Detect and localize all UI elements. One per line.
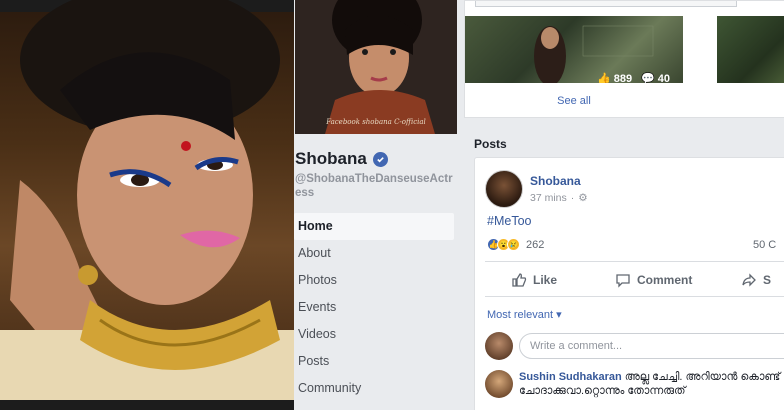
share-icon	[742, 273, 756, 287]
photo-likes: 👍 889	[597, 72, 633, 84]
dot-separator: ·	[570, 192, 575, 204]
comment-label: Comment	[637, 273, 693, 287]
nav-item-events[interactable]: Events	[294, 294, 454, 321]
thumbs-up-icon: 👍	[597, 73, 611, 83]
comment-bubble-icon: 💬	[641, 73, 655, 83]
nav-item-posts[interactable]: Posts	[294, 348, 454, 375]
like-label: Like	[533, 273, 558, 287]
page-name: Shobana	[295, 149, 367, 168]
portrait-photo	[0, 0, 294, 410]
see-all-link[interactable]: See all	[465, 95, 683, 107]
screenshot-root: Facebook shobana C-official Shobana @Sho…	[0, 0, 784, 410]
comment-input[interactable]: Write a comment...	[519, 333, 784, 359]
nav-item-videos[interactable]: Videos	[294, 321, 454, 348]
cover-illustration	[295, 0, 457, 134]
post-timestamp[interactable]: 37 mins	[530, 192, 567, 204]
portrait-illustration	[0, 0, 294, 410]
comment-button[interactable]: Comment	[615, 272, 692, 288]
like-button[interactable]: Like	[511, 272, 557, 288]
nav-item-community[interactable]: Community	[294, 375, 454, 402]
caret-down-icon: ▾	[556, 309, 562, 321]
photo-comments: 💬 40	[641, 72, 670, 84]
commenter-avatar[interactable]	[485, 370, 513, 398]
reaction-count: 262	[526, 238, 545, 251]
comment-icon	[616, 274, 630, 288]
photo-bottom-strip	[0, 400, 294, 410]
photo-likes-count: 889	[613, 72, 633, 84]
page-title: Shobana	[295, 149, 388, 169]
sort-label: Most relevant	[487, 309, 554, 321]
verified-badge-icon	[372, 151, 388, 167]
photos-card: 👍 889 💬 40 See all	[464, 0, 784, 118]
page-sidebar: Facebook shobana C-official Shobana @Sho…	[294, 0, 458, 410]
page-username: @ShobanaTheDanseuseActress	[295, 173, 453, 199]
viewer-avatar	[485, 332, 513, 360]
main-column: 👍 889 💬 40 See all Posts Shobana 37 mins…	[458, 0, 784, 410]
photos-tab-strip	[475, 1, 737, 7]
action-divider-top	[485, 261, 784, 262]
photo-thumbnail[interactable]: 👍 889 💬 40	[465, 16, 683, 83]
page-nav: Home About Photos Events Videos Posts Co…	[294, 213, 454, 402]
comment-sort-dropdown[interactable]: Most relevant ▾	[487, 308, 562, 321]
photo-thumbnail-2[interactable]	[717, 16, 784, 83]
comment-item: Sushin Sudhakaran അല്ല ചേച്ചി. അറിയാൻ കൊ…	[485, 370, 784, 398]
reactions-summary[interactable]: 👍 😮 😢 262	[487, 238, 544, 251]
like-thumb-icon	[512, 273, 527, 287]
post-author[interactable]: Shobana	[530, 174, 581, 188]
share-button[interactable]: S	[741, 272, 771, 288]
commenter-name[interactable]: Sushin Sudhakaran	[519, 371, 622, 383]
post-hashtag[interactable]: #MeToo	[487, 214, 531, 228]
nav-item-about[interactable]: About	[294, 240, 454, 267]
nav-item-photos[interactable]: Photos	[294, 267, 454, 294]
comment-composer: Write a comment...	[485, 332, 784, 360]
nav-item-home[interactable]: Home	[294, 213, 454, 240]
author-avatar[interactable]	[485, 170, 523, 208]
sad-reaction-icon: 😢	[507, 238, 520, 251]
photo-comments-count: 40	[657, 72, 670, 84]
share-label-fragment: S	[763, 273, 772, 287]
profile-cover-photo[interactable]: Facebook shobana C-official	[295, 0, 457, 134]
post-card: Shobana 37 mins · ⚙ #MeToo 👍 😮 😢 262 50 …	[474, 157, 784, 410]
comment-count[interactable]: 50 C	[753, 239, 776, 251]
post-time: 37 mins · ⚙	[530, 192, 588, 204]
posts-heading: Posts	[474, 137, 507, 151]
action-divider-bottom	[485, 296, 784, 297]
public-globe-icon: ⚙	[578, 192, 588, 204]
cover-caption: Facebook shobana C-official	[326, 118, 426, 126]
comment-body: Sushin Sudhakaran അല്ല ചേച്ചി. അറിയാൻ കൊ…	[519, 370, 784, 398]
